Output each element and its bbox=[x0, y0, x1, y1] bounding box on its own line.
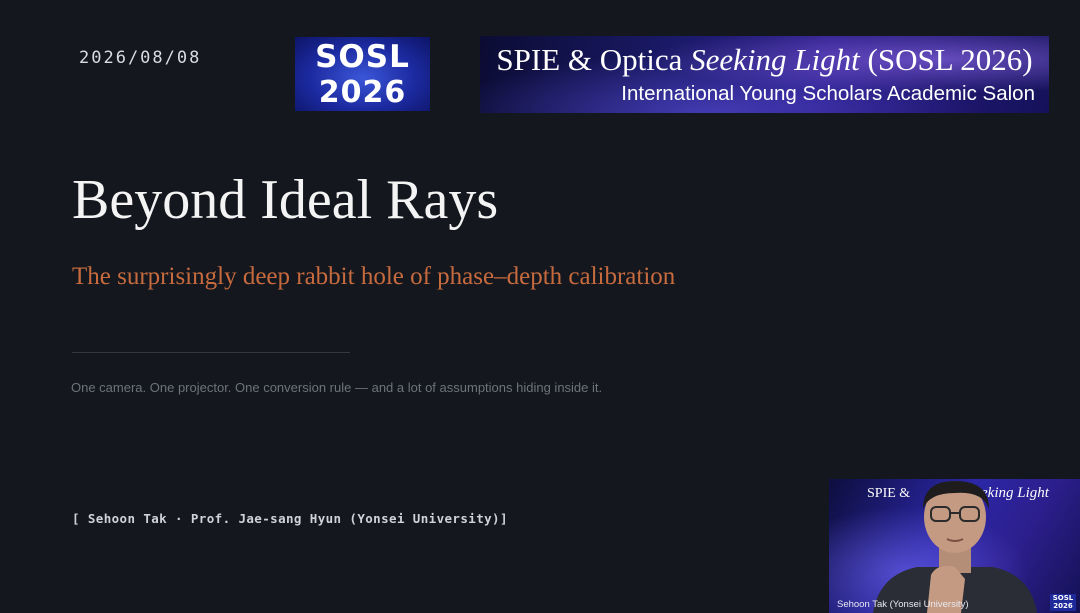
conference-banner: SPIE & Optica Seeking Light (SOSL 2026) … bbox=[480, 36, 1049, 113]
webcam-sosl-logo: SOSL 2026 bbox=[1050, 594, 1076, 611]
banner-line1-italic: Seeking Light bbox=[690, 42, 860, 77]
webcam-overlay[interactable]: SPIE & eking Light Sehoon Tak (Yonsei Un… bbox=[829, 479, 1080, 613]
banner-line2: International Young Scholars Academic Sa… bbox=[621, 82, 1035, 105]
slide-tagline: One camera. One projector. One conversio… bbox=[71, 380, 603, 395]
presenter-video bbox=[873, 481, 1037, 613]
webcam-name-label: Sehoon Tak (Yonsei University) bbox=[837, 599, 969, 610]
sosl-logo: SOSL 2026 bbox=[295, 37, 430, 111]
webcam-logo-line2: 2026 bbox=[1053, 602, 1073, 610]
slide-subtitle: The surprisingly deep rabbit hole of pha… bbox=[72, 263, 676, 290]
sosl-logo-line2: 2026 bbox=[318, 75, 407, 110]
slide-title: Beyond Ideal Rays bbox=[72, 169, 499, 231]
banner-line1-prefix: SPIE & Optica bbox=[496, 42, 691, 77]
sosl-logo-line1: SOSL bbox=[315, 39, 410, 75]
slide-date: 2026/08/08 bbox=[79, 48, 202, 68]
banner-line1: SPIE & Optica Seeking Light (SOSL 2026) bbox=[480, 42, 1049, 78]
slide-authors: [ Sehoon Tak · Prof. Jae-sang Hyun (Yons… bbox=[72, 511, 508, 526]
banner-line1-suffix: (SOSL 2026) bbox=[859, 42, 1033, 77]
title-divider bbox=[72, 352, 350, 353]
webcam-logo-line1: SOSL bbox=[1052, 594, 1074, 602]
